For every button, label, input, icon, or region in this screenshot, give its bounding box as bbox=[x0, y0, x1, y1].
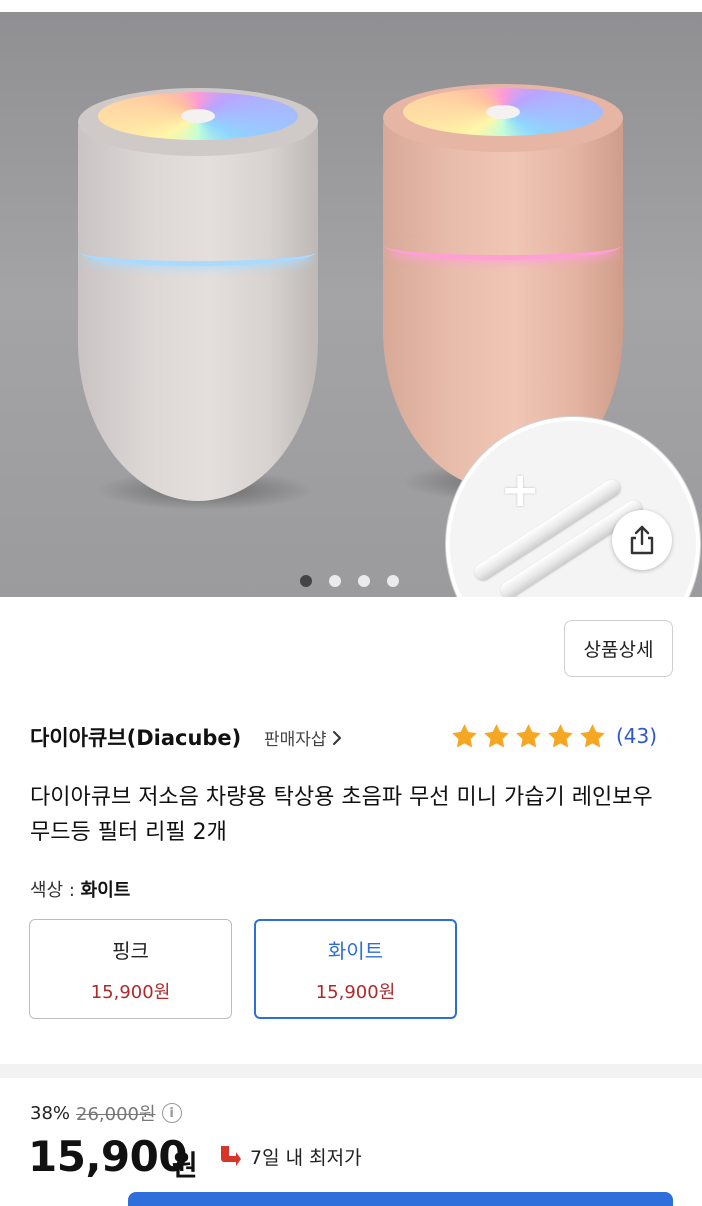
rainbow-light-disc bbox=[403, 88, 603, 136]
top-strip bbox=[0, 0, 702, 12]
product-detail-button[interactable]: 상품상세 bbox=[564, 620, 673, 677]
star-icon bbox=[580, 724, 605, 748]
share-icon bbox=[630, 525, 654, 555]
pointing-down-icon bbox=[221, 1146, 241, 1166]
star-icon bbox=[484, 724, 509, 748]
option-name: 핑크 bbox=[112, 938, 149, 963]
original-price: 26,000원 bbox=[76, 1104, 156, 1125]
option-label: 색상 : 화이트 bbox=[30, 876, 130, 902]
review-count[interactable]: (43) bbox=[616, 724, 657, 748]
option-pink[interactable]: 핑크 15,900원 bbox=[29, 919, 232, 1019]
option-label-text: 색상 : bbox=[30, 880, 81, 901]
star-icon bbox=[516, 724, 541, 748]
lowest-price-text: 7일 내 최저가 bbox=[250, 1146, 362, 1169]
product-title: 다이아큐브 저소음 차량용 탁상용 초음파 무선 미니 가습기 레인보우 무드등… bbox=[30, 785, 653, 845]
star-icon bbox=[548, 724, 573, 748]
lowest-price-badge: 7일 내 최저가 bbox=[216, 1142, 362, 1170]
option-price: 15,900원 bbox=[315, 981, 396, 1003]
chevron-right-icon bbox=[332, 730, 341, 745]
info-icon[interactable]: i bbox=[161, 1103, 182, 1123]
product-image[interactable]: + bbox=[0, 0, 702, 597]
option-selected-value: 화이트 bbox=[80, 880, 131, 901]
pagination-dot[interactable] bbox=[387, 575, 399, 587]
pagination-dot[interactable] bbox=[300, 575, 312, 587]
plus-sign: + bbox=[500, 462, 541, 518]
pagination-dot[interactable] bbox=[358, 575, 370, 587]
seller-name[interactable]: 다이아큐브(Diacube) bbox=[30, 722, 241, 752]
price-unit: 원 bbox=[172, 1149, 198, 1182]
rainbow-light-disc bbox=[98, 92, 298, 140]
seller-shop-link[interactable]: 판매자샵 bbox=[264, 725, 343, 750]
pagination-dot[interactable] bbox=[329, 575, 341, 587]
buy-button[interactable] bbox=[128, 1192, 673, 1206]
option-white[interactable]: 화이트 15,900원 bbox=[254, 919, 457, 1019]
share-button[interactable] bbox=[612, 510, 672, 570]
section-divider bbox=[0, 1064, 702, 1078]
discount-row: 38% 26,000원 i bbox=[30, 1100, 182, 1126]
sale-price: 15,900 bbox=[28, 1132, 188, 1181]
light-ring bbox=[385, 232, 621, 260]
seller-shop-label: 판매자샵 bbox=[264, 730, 327, 750]
white-humidifier bbox=[78, 103, 318, 501]
discount-rate: 38% bbox=[30, 1102, 71, 1124]
star-icon bbox=[452, 724, 477, 748]
light-ring bbox=[80, 238, 316, 266]
gallery-pagination bbox=[300, 575, 410, 589]
rating-stars[interactable] bbox=[450, 722, 607, 751]
option-price: 15,900원 bbox=[90, 981, 171, 1003]
option-name: 화이트 bbox=[327, 938, 384, 963]
